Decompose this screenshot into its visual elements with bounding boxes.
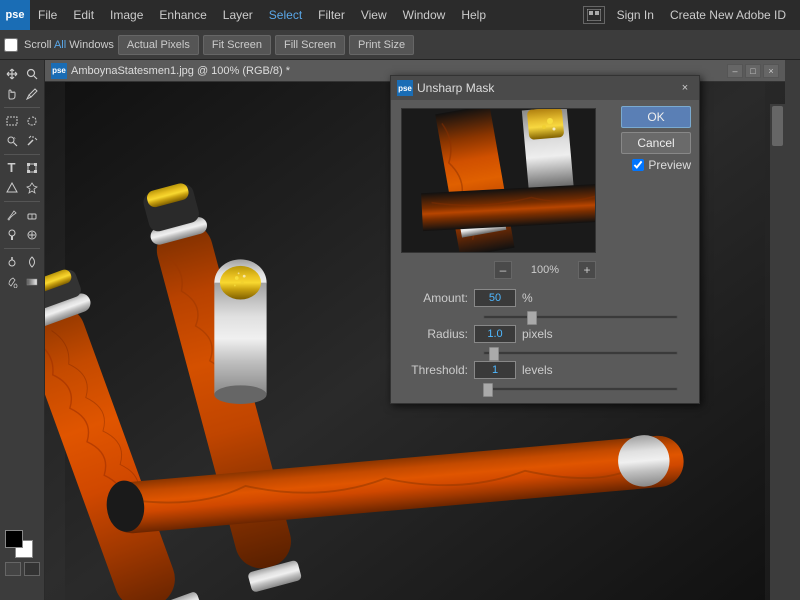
- radius-unit: pixels: [522, 327, 553, 341]
- radius-slider-row: [403, 351, 599, 361]
- print-size-button[interactable]: Print Size: [349, 35, 414, 55]
- eyedropper-tool[interactable]: [22, 84, 41, 103]
- threshold-unit: levels: [522, 363, 553, 377]
- zoom-out-button[interactable]: –: [494, 261, 512, 279]
- amount-input[interactable]: [474, 289, 516, 307]
- brush-tool[interactable]: [2, 205, 21, 224]
- amount-slider-row: [403, 315, 599, 325]
- shape-tool[interactable]: [2, 178, 21, 197]
- gradient-tool[interactable]: [22, 272, 41, 291]
- unsharp-mask-dialog: pse Unsharp Mask × OK Cancel Preview: [390, 75, 700, 404]
- marquee-tool[interactable]: [2, 111, 21, 130]
- custom-shape-tool[interactable]: [22, 178, 41, 197]
- amount-label: Amount:: [403, 291, 468, 305]
- amount-slider-track[interactable]: [483, 315, 678, 319]
- menu-select[interactable]: Select: [261, 0, 310, 30]
- menu-edit[interactable]: Edit: [65, 0, 102, 30]
- menu-image[interactable]: Image: [102, 0, 151, 30]
- stamp-tool[interactable]: [2, 225, 21, 244]
- scroll-all-checkbox[interactable]: [4, 38, 18, 52]
- amount-slider-thumb[interactable]: [527, 311, 537, 325]
- amount-row: Amount: %: [403, 289, 599, 307]
- lasso-tool[interactable]: [22, 111, 41, 130]
- menu-help[interactable]: Help: [453, 0, 494, 30]
- blur-tool[interactable]: [22, 252, 41, 271]
- dialog-title: Unsharp Mask: [417, 81, 673, 95]
- hand-tool[interactable]: [2, 84, 21, 103]
- menu-filter[interactable]: Filter: [310, 0, 353, 30]
- transform-tool[interactable]: [22, 158, 41, 177]
- threshold-row: Threshold: levels: [403, 361, 599, 379]
- dialog-close-button[interactable]: ×: [677, 81, 693, 95]
- preview-zoom-controls: – 100% +: [391, 261, 699, 279]
- zoom-level-display: 100%: [520, 264, 570, 276]
- fit-screen-button[interactable]: Fit Screen: [203, 35, 271, 55]
- toolbar-bar: Scroll All Windows Actual Pixels Fit Scr…: [0, 30, 800, 60]
- radius-label: Radius:: [403, 327, 468, 341]
- threshold-slider-track[interactable]: [483, 387, 678, 391]
- zoom-tool[interactable]: [22, 64, 41, 83]
- menu-enhance[interactable]: Enhance: [151, 0, 214, 30]
- amount-unit: %: [522, 291, 533, 305]
- healing-tool[interactable]: [22, 225, 41, 244]
- sliders-area: Amount: % Radius: pixels Threshold: leve…: [391, 283, 699, 403]
- move-tool[interactable]: [2, 64, 21, 83]
- app-logo: pse: [0, 0, 30, 30]
- doc-pse-logo: pse: [51, 63, 67, 79]
- radius-row: Radius: pixels: [403, 325, 599, 343]
- threshold-slider-row: [403, 387, 599, 397]
- preview-checkbox[interactable]: [632, 159, 644, 171]
- menu-layer[interactable]: Layer: [215, 0, 261, 30]
- main-scrollbar[interactable]: [785, 60, 800, 600]
- threshold-input[interactable]: [474, 361, 516, 379]
- tools-panel: T: [0, 60, 45, 600]
- menu-window[interactable]: Window: [395, 0, 454, 30]
- actual-pixels-button[interactable]: Actual Pixels: [118, 35, 199, 55]
- radius-input[interactable]: [474, 325, 516, 343]
- vertical-scrollbar[interactable]: [770, 104, 785, 600]
- fill-screen-button[interactable]: Fill Screen: [275, 35, 345, 55]
- zoom-in-button[interactable]: +: [578, 261, 596, 279]
- doc-restore-button[interactable]: □: [745, 64, 761, 78]
- cancel-button[interactable]: Cancel: [621, 132, 691, 154]
- paint-bucket-tool[interactable]: [2, 272, 21, 291]
- doc-close-button[interactable]: ×: [763, 64, 779, 78]
- preview-checkbox-area[interactable]: Preview: [632, 158, 691, 172]
- color-swatches[interactable]: [5, 530, 33, 558]
- ok-button[interactable]: OK: [621, 106, 691, 128]
- quick-mask-btn[interactable]: [5, 562, 21, 576]
- sign-in-button[interactable]: Sign In: [613, 8, 658, 22]
- threshold-slider-thumb[interactable]: [483, 383, 493, 397]
- scroll-all-label: Scroll All Windows: [24, 39, 114, 51]
- quick-select-tool[interactable]: [2, 131, 21, 150]
- menu-file[interactable]: File: [30, 0, 65, 30]
- dodge-tool[interactable]: [2, 252, 21, 271]
- dialog-pse-icon: pse: [397, 80, 413, 96]
- doc-minimize-button[interactable]: –: [727, 64, 743, 78]
- menu-view[interactable]: View: [353, 0, 395, 30]
- screen-mode-btn[interactable]: [24, 562, 40, 576]
- radius-slider-thumb[interactable]: [489, 347, 499, 361]
- dialog-titlebar: pse Unsharp Mask ×: [391, 76, 699, 100]
- create-adobe-id-button[interactable]: Create New Adobe ID: [666, 8, 790, 22]
- type-tool[interactable]: T: [2, 158, 21, 177]
- scrollbar-thumb[interactable]: [772, 106, 783, 146]
- menu-bar: pse File Edit Image Enhance Layer Select…: [0, 0, 800, 30]
- dialog-preview-image[interactable]: [401, 108, 596, 253]
- radius-slider-track[interactable]: [483, 351, 678, 355]
- window-mode-icon[interactable]: [583, 6, 605, 24]
- threshold-label: Threshold:: [403, 363, 468, 377]
- dialog-buttons: OK Cancel: [621, 106, 691, 154]
- eraser-tool[interactable]: [22, 205, 41, 224]
- preview-label: Preview: [648, 158, 691, 172]
- magic-wand-tool[interactable]: [22, 131, 41, 150]
